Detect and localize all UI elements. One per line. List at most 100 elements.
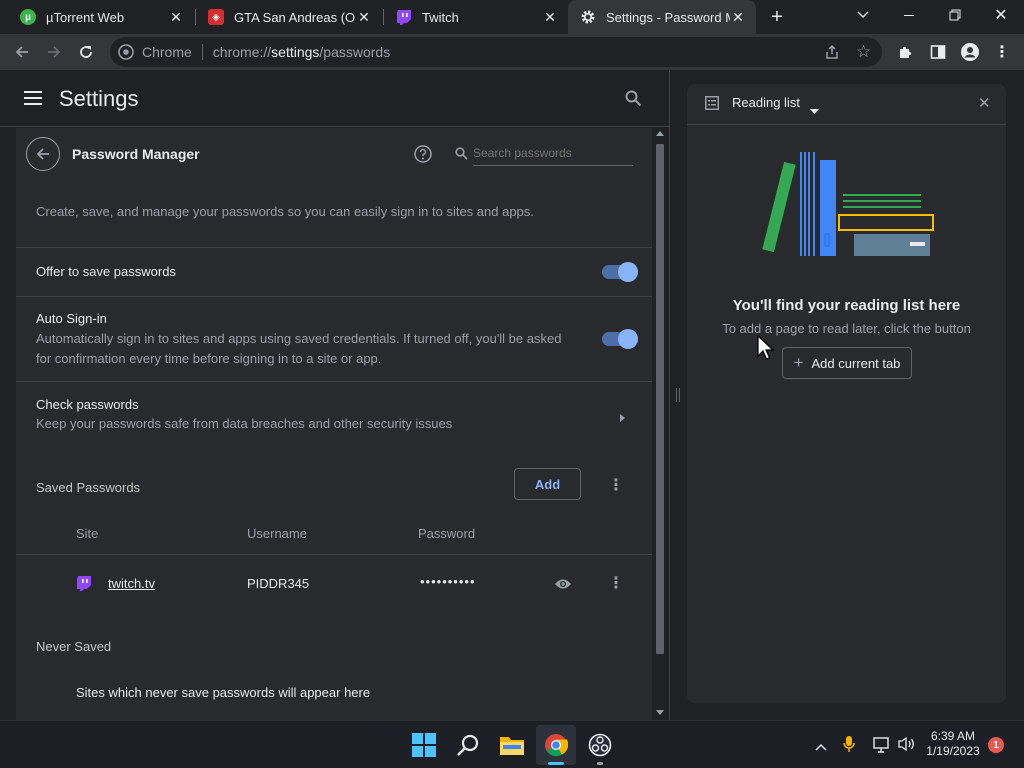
gta-icon: ◈ [208, 9, 224, 25]
help-icon[interactable] [414, 145, 432, 168]
auto-signin-label: Auto Sign-in [36, 311, 107, 326]
password-row-menu-icon[interactable]: ⋮ [608, 573, 624, 593]
omnibox-divider [201, 44, 203, 60]
hamburger-menu-icon[interactable] [24, 91, 42, 110]
chrome-icon [545, 734, 568, 757]
utorrent-icon: µ [20, 9, 36, 25]
scroll-up-icon[interactable] [656, 131, 664, 136]
mouse-cursor-icon [757, 334, 775, 366]
taskbar: 6:39 AM 1/19/2023 1 [0, 720, 1024, 768]
twitch-icon [396, 9, 412, 25]
back-button[interactable] [26, 137, 60, 171]
avatar-icon [961, 43, 979, 61]
site-link[interactable]: twitch.tv [108, 576, 155, 591]
tab-title: Settings - Password Manager [606, 9, 730, 25]
table-row: twitch.tv PIDDR345 •••••••••• ⋮ [16, 554, 652, 610]
close-icon[interactable]: ✕ [730, 9, 746, 25]
notification-badge[interactable]: 1 [988, 737, 1004, 753]
profile-button[interactable] [958, 40, 982, 64]
arrow-left-icon [36, 148, 49, 160]
column-password: Password [418, 526, 476, 541]
volume-icon[interactable] [898, 736, 916, 757]
start-button[interactable] [404, 725, 444, 765]
tab-utorrent[interactable]: µ µTorrent Web ✕ [8, 0, 194, 34]
close-window-button[interactable]: ✕ [978, 0, 1024, 30]
offer-save-toggle[interactable] [602, 262, 638, 282]
chevron-up-icon[interactable] [815, 738, 827, 756]
active-app-indicator [548, 762, 564, 765]
empty-state-title: You'll find your reading list here [732, 297, 961, 314]
tab-gta[interactable]: ◈ GTA San Andreas (Original ✕ [196, 0, 382, 34]
chrome-taskbar-button[interactable] [536, 725, 576, 765]
settings-header: Settings [0, 70, 669, 127]
saved-passwords-menu-icon[interactable]: ⋮ [608, 475, 624, 495]
scrollbar[interactable] [652, 128, 667, 720]
clock-date: 1/19/2023 [926, 744, 980, 758]
file-explorer-button[interactable] [492, 725, 532, 765]
reload-button[interactable] [74, 40, 98, 64]
tab-settings[interactable]: Settings - Password Manager ✕ [568, 0, 756, 34]
close-icon: ✕ [994, 7, 1008, 24]
search-taskbar-button[interactable] [448, 725, 488, 765]
empty-state-subtitle: To add a page to read later, click the b… [722, 321, 971, 336]
url-path: /passwords [319, 44, 391, 60]
close-icon[interactable]: ✕ [356, 9, 372, 25]
search-passwords-input[interactable] [473, 140, 633, 166]
auto-signin-toggle[interactable] [602, 329, 638, 349]
show-password-eye-icon[interactable] [554, 577, 572, 595]
search-icon [457, 734, 479, 756]
close-icon[interactable]: ✕ [542, 9, 558, 25]
search-settings-icon[interactable] [625, 90, 642, 112]
restore-button[interactable] [932, 0, 978, 30]
resize-handle[interactable] [676, 388, 680, 402]
microphone-icon[interactable] [843, 735, 855, 758]
scroll-thumb[interactable] [656, 144, 664, 654]
never-saved-empty-text: Sites which never save passwords will ap… [76, 685, 371, 700]
close-icon[interactable]: ✕ [168, 9, 184, 25]
address-bar[interactable]: Chrome chrome://settings/passwords ☆ [110, 37, 882, 67]
arrow-right-icon [48, 46, 61, 58]
extensions-button[interactable] [894, 40, 918, 64]
check-passwords-label: Check passwords [36, 397, 139, 412]
restore-icon [949, 9, 961, 21]
obs-taskbar-button[interactable] [580, 725, 620, 765]
settings-page: Settings Password Manager Create, save, … [0, 70, 669, 720]
panel-divider [687, 124, 1006, 125]
books-illustration [757, 148, 942, 263]
never-saved-heading: Never Saved [36, 639, 112, 654]
minimize-icon [904, 14, 914, 16]
tab-twitch[interactable]: Twitch ✕ [384, 0, 568, 34]
close-panel-icon[interactable]: ✕ [978, 94, 991, 112]
menu-button[interactable]: ⋮ [990, 40, 1014, 64]
puzzle-icon [900, 46, 912, 58]
reading-list-title[interactable]: Reading list [732, 95, 800, 110]
dropdown-arrow-icon[interactable] [810, 101, 819, 119]
add-current-tab-button[interactable]: + Add current tab [782, 347, 912, 379]
check-passwords-row[interactable]: Check passwords Keep your passwords safe… [16, 381, 652, 443]
new-tab-button[interactable]: + [766, 6, 788, 28]
bookmark-star-icon[interactable]: ☆ [856, 43, 871, 60]
tab-search-button[interactable] [840, 0, 886, 30]
arrow-left-icon [15, 46, 28, 58]
chevron-down-icon [857, 11, 869, 18]
forward-button[interactable] [42, 40, 66, 64]
check-passwords-description: Keep your passwords safe from data breac… [36, 416, 453, 431]
share-icon[interactable] [824, 44, 840, 63]
network-icon[interactable] [873, 737, 891, 758]
browser-toolbar: Chrome chrome://settings/passwords ☆ ⋮ [0, 34, 1024, 70]
back-button[interactable] [10, 40, 34, 64]
running-app-indicator [597, 762, 603, 765]
username-value: PIDDR345 [247, 576, 310, 591]
url-host: settings [271, 44, 320, 60]
plus-icon: + [793, 353, 804, 372]
side-panel-button[interactable] [926, 40, 950, 64]
scroll-down-icon[interactable] [656, 710, 664, 715]
minimize-button[interactable] [886, 0, 932, 30]
add-password-button[interactable]: Add [514, 468, 581, 500]
chevron-right-icon [620, 409, 626, 427]
chrome-icon [118, 44, 134, 60]
twitch-icon [76, 575, 92, 596]
gear-icon [580, 9, 596, 25]
clock[interactable]: 6:39 AM 1/19/2023 [924, 729, 982, 759]
obs-icon [588, 733, 612, 757]
